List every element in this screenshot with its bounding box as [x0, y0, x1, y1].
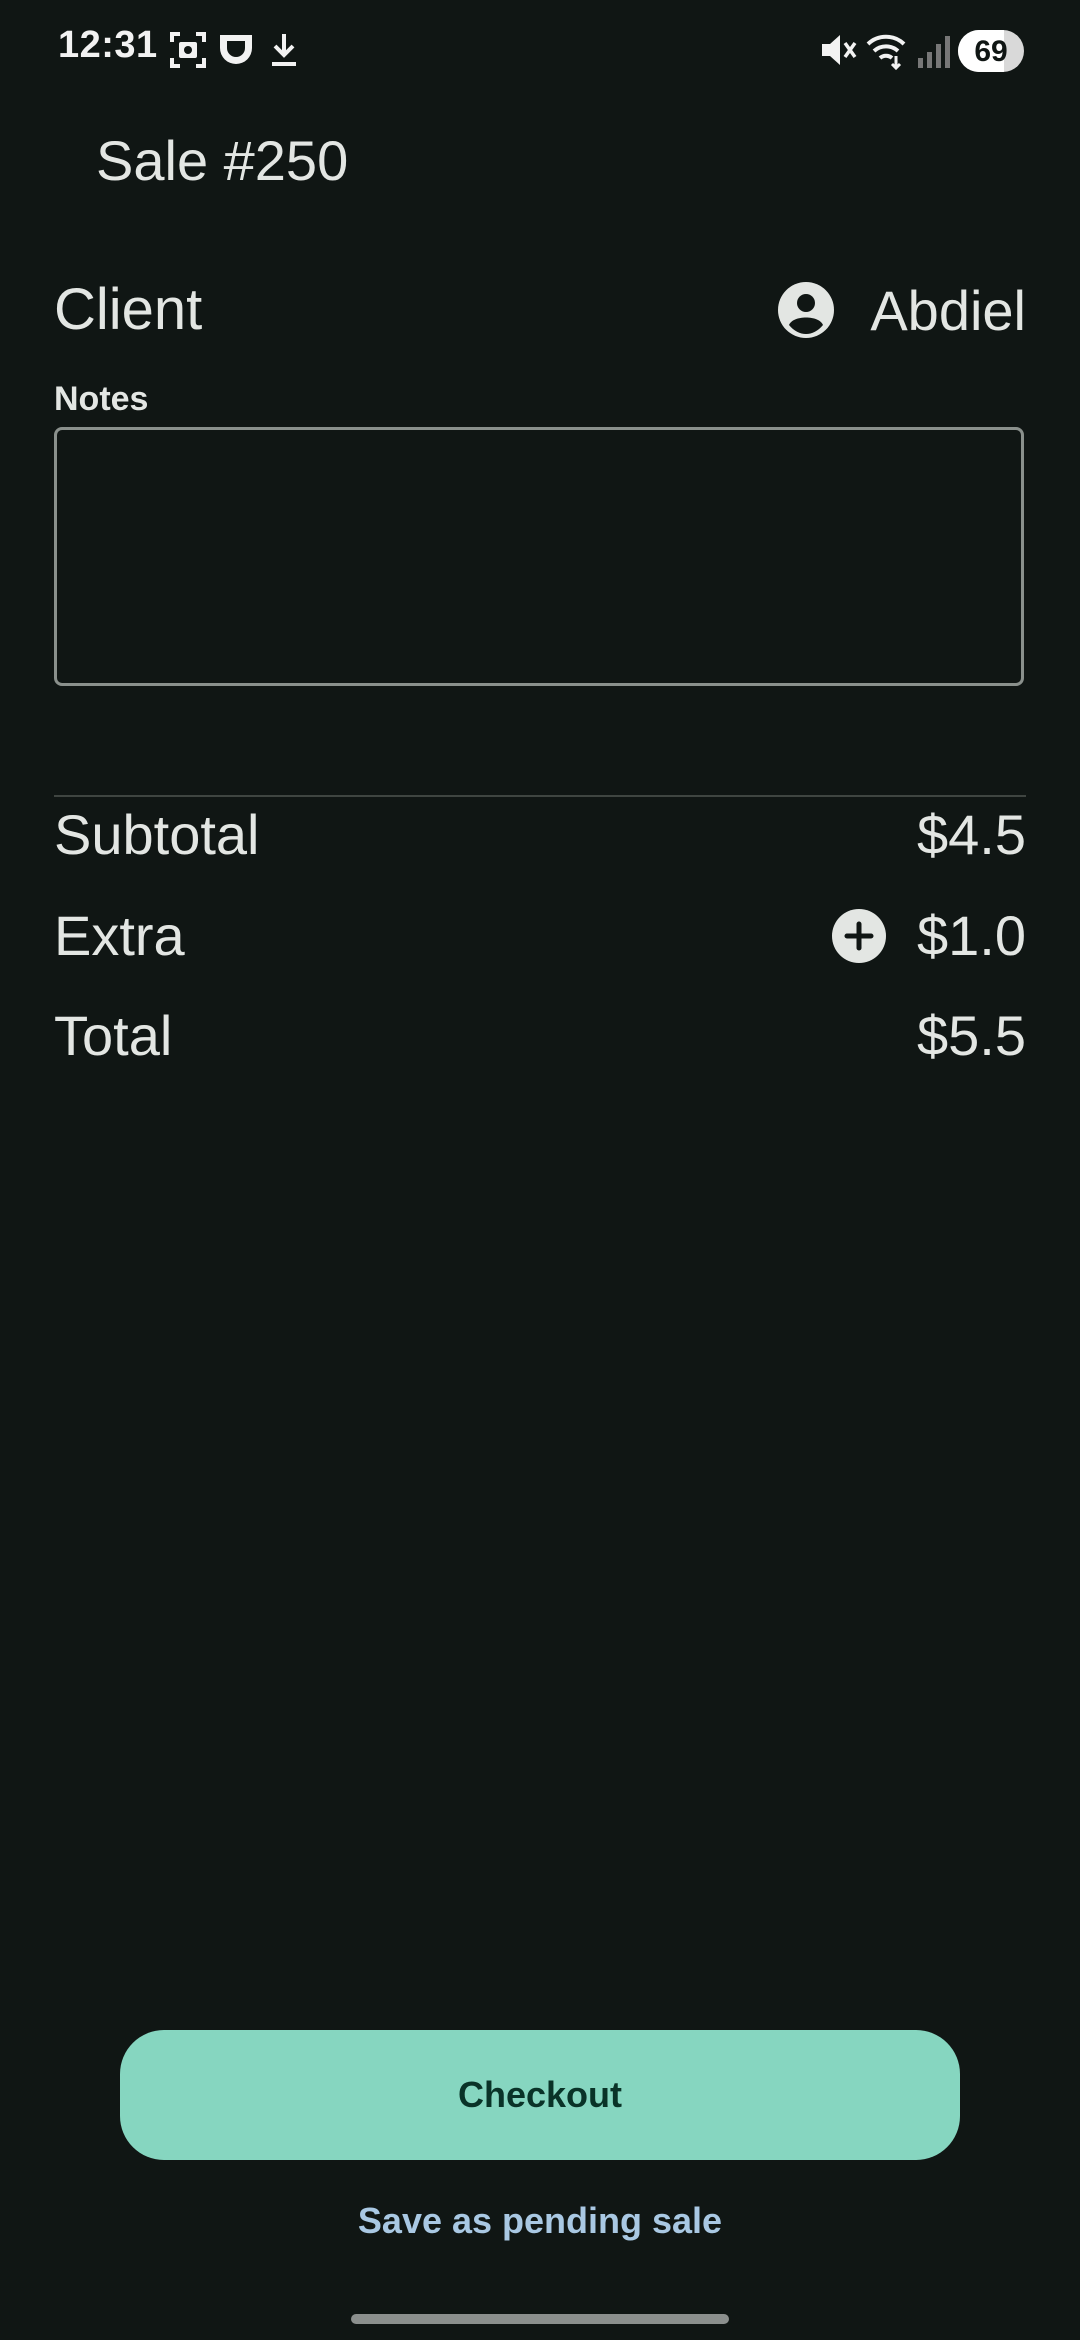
client-selector[interactable]: Abdiel	[778, 270, 1026, 350]
client-label: Client	[54, 277, 203, 342]
wifi-icon	[866, 34, 906, 70]
battery-indicator: 69	[958, 30, 1024, 72]
divider	[54, 795, 1026, 797]
page-title: Sale #250	[96, 129, 349, 192]
extra-label: Extra	[54, 904, 185, 967]
subtotal-value: $4.5	[917, 803, 1026, 866]
subtotal-label: Subtotal	[54, 803, 260, 866]
checkout-button[interactable]: Checkout	[120, 2030, 960, 2160]
app-icon	[220, 35, 252, 64]
account-circle-icon	[778, 282, 835, 338]
screenshot-icon	[170, 32, 206, 68]
save-pending-button[interactable]: Save as pending sale	[0, 2200, 1080, 2242]
home-indicator[interactable]	[351, 2314, 729, 2324]
total-value: $5.5	[917, 1004, 1026, 1067]
mute-icon	[822, 35, 857, 65]
notes-field[interactable]	[54, 427, 1024, 686]
total-label: Total	[54, 1004, 173, 1067]
add-extra-button[interactable]	[832, 909, 886, 963]
add-circle-icon	[844, 921, 874, 951]
signal-icon	[918, 36, 950, 68]
battery-level: 69	[974, 35, 1008, 68]
status-time: 12:31	[58, 24, 158, 66]
download-icon	[272, 34, 296, 66]
client-name: Abdiel	[870, 278, 1026, 342]
notes-label: Notes	[54, 380, 149, 418]
extra-value: $1.0	[917, 904, 1026, 967]
status-bar: 12:31 69	[0, 0, 1080, 100]
